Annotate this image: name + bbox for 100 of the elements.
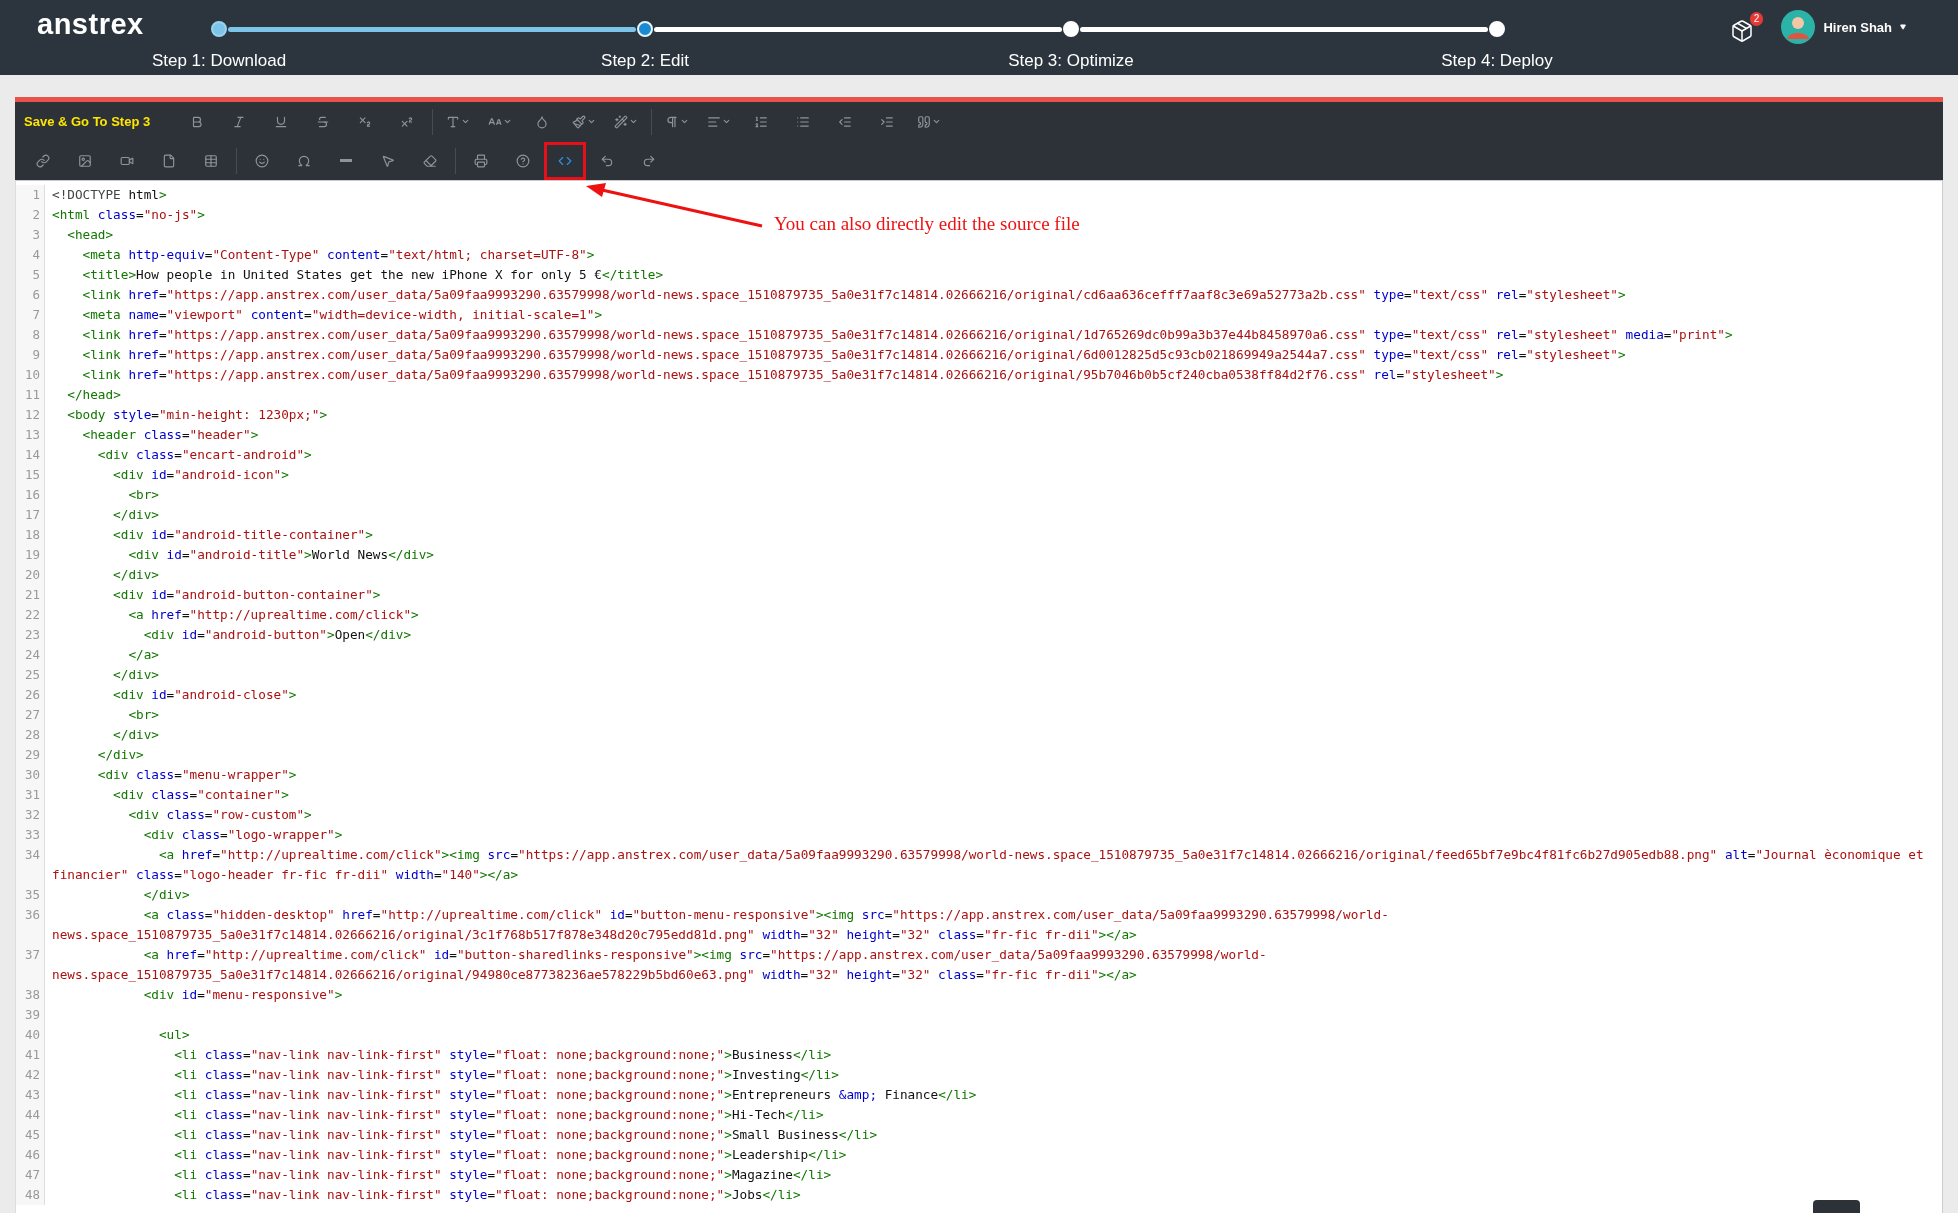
line-number: 27 (23, 706, 41, 724)
code-line: </div> (112, 667, 159, 682)
code-line: <li class="nav-link nav-link-first" style="float: none;background:none;">Hi-Tech</li> (173, 1107, 824, 1122)
underline-icon (274, 114, 289, 129)
image-icon (78, 153, 92, 168)
paragraph-icon (665, 114, 680, 129)
notifications-button[interactable]: 2 (1730, 11, 1764, 43)
font-family-icon (446, 114, 461, 129)
code-line: <ul> (157, 1027, 190, 1042)
code-line: <head> (66, 227, 114, 242)
quote-icon (917, 114, 932, 129)
line-number: 8 (31, 326, 41, 344)
select-icon (381, 153, 395, 168)
line-number: 22 (23, 606, 41, 624)
line-number: 39 (23, 1006, 41, 1024)
caret-icon (503, 117, 513, 126)
paint-icon (572, 114, 587, 129)
redo-icon (642, 153, 656, 168)
superscript-icon (400, 114, 415, 129)
line-number: 45 (23, 1126, 41, 1144)
code-line: <div class="container"> (112, 787, 289, 802)
line-number: 34 (23, 846, 41, 864)
code-line: <header class="header"> (81, 427, 259, 442)
code-line: <a href="http://uprealtime.com/click" id="button-sharedlinks-responsive"><img src="https://app.anstrex.com/user_data/5a09faa9993290.63579998/world-news.space_1510879735_5a0e31f7c14814.02666216/original/94980ce87738236ae578229b5bd60e63.png" width="32" height="32" class="fr-fic fr-dii"></a> (52, 947, 1267, 982)
line-number: 43 (23, 1086, 41, 1104)
code-line: <div id="menu-responsive"> (142, 987, 343, 1002)
strikethrough-icon (316, 114, 331, 129)
line-number: 47 (23, 1166, 41, 1184)
avatar-icon (1781, 10, 1816, 44)
line-number: 24 (23, 646, 41, 664)
print-icon (474, 153, 488, 168)
code-line: <div id="android-close"> (112, 687, 297, 702)
step-label: Step 2: Edit (601, 51, 689, 71)
color-icon (535, 114, 550, 129)
symbol-icon (297, 153, 311, 168)
line-number: 5 (31, 266, 41, 284)
caret-icon (680, 117, 690, 126)
line-number: 4 (31, 246, 41, 264)
code-line: <link href="https://app.anstrex.com/user_data/5a09faa9993290.63579998/world-news.space_1510879735_5a0e31f7c14814.02666216/original/6d0012825d5c93cb021869949a2544a7.css" type="text/css" rel="stylesheet"> (81, 347, 1626, 362)
code-line: <meta name="viewport" content="width=device-width, initial-scale=1"> (81, 307, 603, 322)
code-button[interactable] (544, 141, 586, 180)
italic-icon (232, 114, 247, 129)
line-number: 36 (23, 906, 41, 924)
step-label: Step 4: Deploy (1441, 51, 1553, 71)
bold-icon (190, 114, 205, 129)
code-line: <!DOCTYPE html> (52, 187, 167, 202)
line-number: 14 (23, 446, 41, 464)
line-number: 35 (23, 886, 41, 904)
line-number: 48 (23, 1186, 41, 1204)
line-number: 12 (23, 406, 41, 424)
annotation-text: You can also directly edit the source file (774, 213, 1080, 235)
caret-icon (629, 117, 639, 126)
code-line: <li class="nav-link nav-link-first" style="float: none;background:none;">Magazine</li> (173, 1167, 832, 1182)
code-line: </div> (112, 567, 159, 582)
line-number: 33 (23, 826, 41, 844)
line-number: 15 (23, 466, 41, 484)
link-icon (36, 153, 50, 168)
code-line: <li class="nav-link nav-link-first" style="float: none;background:none;">Entrepreneurs &amp; Finance</li> (173, 1087, 977, 1102)
code-line: <br> (127, 487, 159, 502)
line-number: 29 (23, 746, 41, 764)
undo-icon (600, 153, 614, 168)
step-dot[interactable] (211, 21, 227, 37)
code-line: <li class="nav-link nav-link-first" style="float: none;background:none;">Small Business</li> (173, 1127, 878, 1142)
user-menu[interactable]: Hiren Shah (1781, 10, 1906, 44)
line-number: 41 (23, 1046, 41, 1064)
line-number: 17 (23, 506, 41, 524)
table-icon (204, 153, 218, 168)
line-number: 16 (23, 486, 41, 504)
code-line: <div class="encart-android"> (96, 447, 312, 462)
line-number: 2 (31, 206, 41, 224)
notification-count: 2 (1749, 11, 1764, 26)
code-line: <div class="menu-wrapper"> (96, 767, 297, 782)
line-number: 46 (23, 1146, 41, 1164)
code-line: <div id="android-icon"> (112, 467, 289, 482)
code-line: <li class="nav-link nav-link-first" style="float: none;background:none;">Leadership</li> (173, 1147, 847, 1162)
line-number: 3 (31, 226, 41, 244)
box-icon (1730, 18, 1755, 43)
line-number: 11 (23, 386, 41, 404)
line-number: 42 (23, 1066, 41, 1084)
code-line: <div id="android-button">Open</div> (142, 627, 412, 642)
line-number: 25 (23, 666, 41, 684)
code-line: <meta http-equiv="Content-Type" content="text/html; charset=UTF-8"> (81, 247, 595, 262)
code-line: <html class="no-js"> (52, 207, 205, 222)
code-line: <body style="min-height: 1230px;"> (66, 407, 328, 422)
line-number: 37 (23, 946, 41, 964)
code-line: </div> (142, 887, 190, 902)
code-line: <div id="android-title">World News</div> (127, 547, 434, 562)
style-icon (614, 114, 629, 129)
code-line: <a class="hidden-desktop" href="http://uprealtime.com/click" id="button-menu-responsive"><img src="https://app.anstrex.com/user_data/5a09faa9993290.63579998/world-news.space_1510879735_5a0e31f7c14814.02666216/original/3c1f768b517f878e348d20c795edd81d.png" width="32" height="32" class="fr-fic fr-dii"></a> (52, 907, 1389, 942)
line-number: 13 (23, 426, 41, 444)
code-line: <div class="row-custom"> (127, 807, 312, 822)
line-number: 1 (31, 186, 41, 204)
code-line: <br> (127, 707, 159, 722)
line-number: 31 (23, 786, 41, 804)
line-number: 44 (23, 1106, 41, 1124)
line-number: 38 (23, 986, 41, 1004)
line-number: 28 (23, 726, 41, 744)
line-number: 10 (23, 366, 41, 384)
outdent-icon (838, 114, 853, 129)
code-line: </div> (112, 507, 159, 522)
